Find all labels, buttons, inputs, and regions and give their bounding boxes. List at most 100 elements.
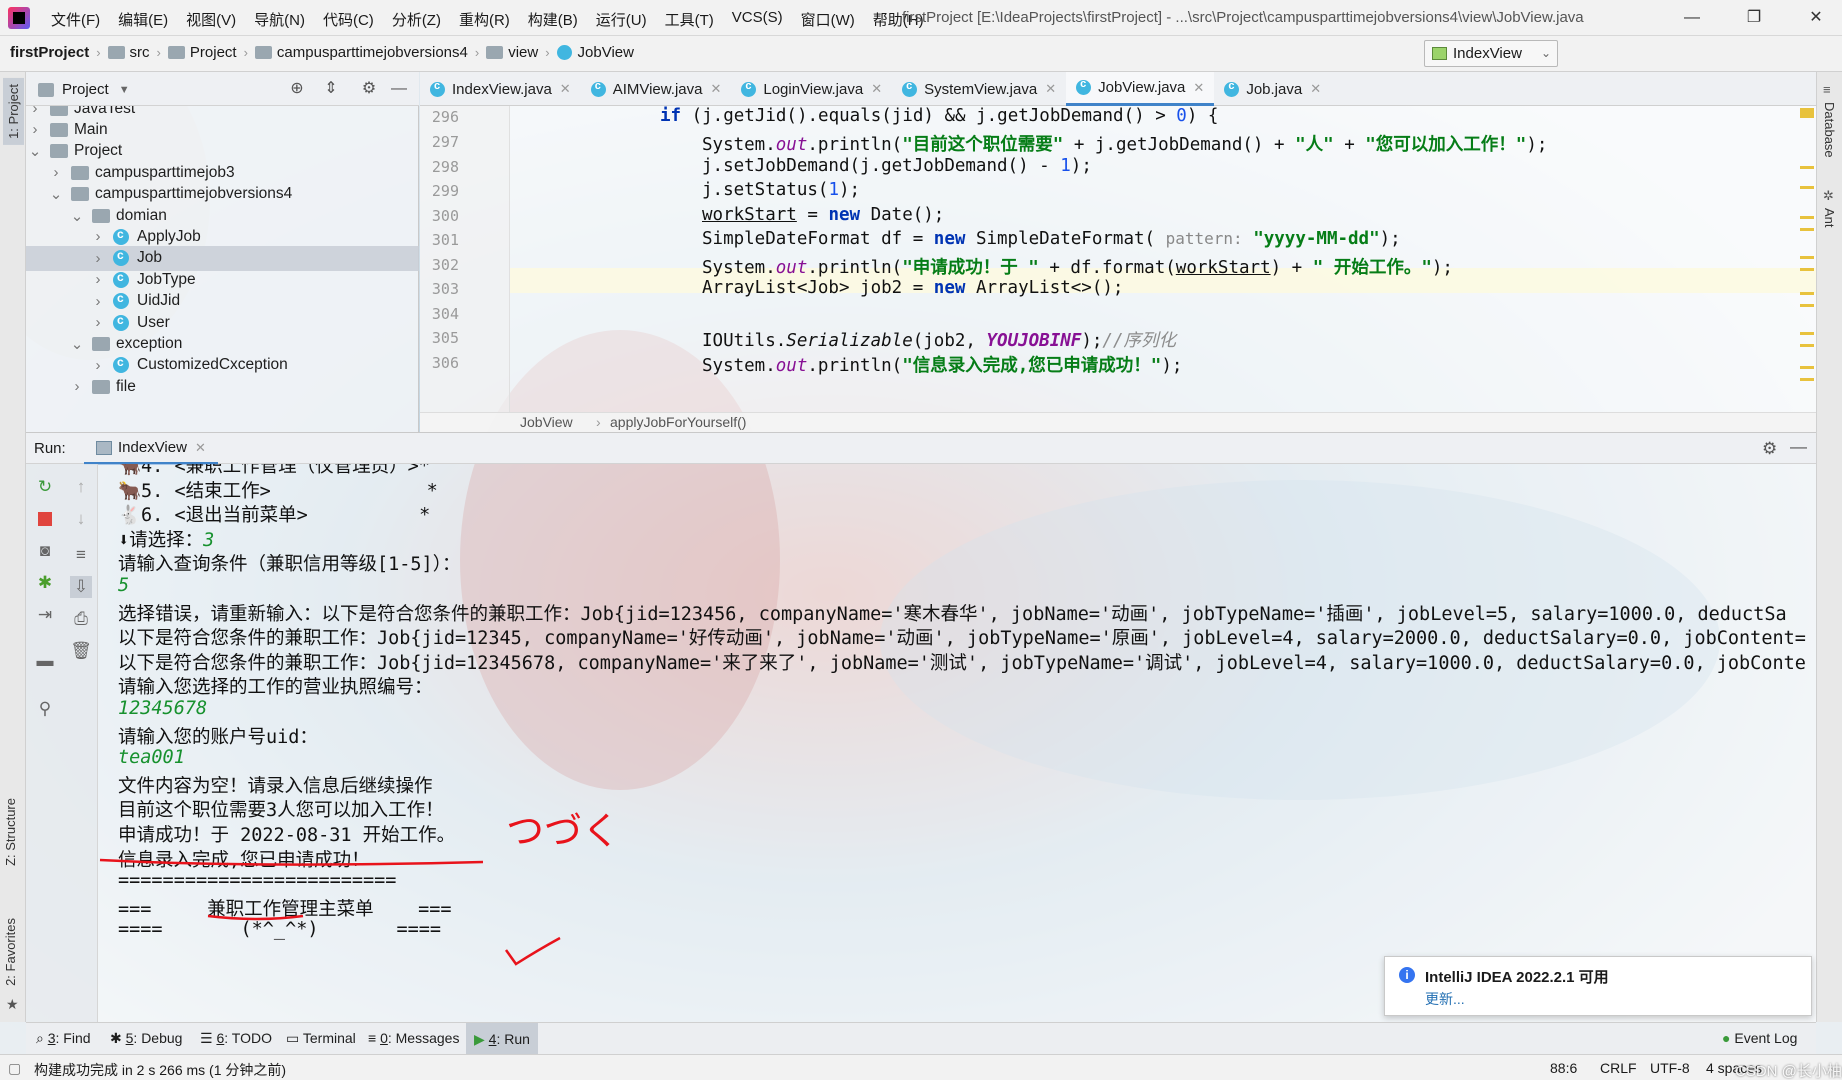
line-separator[interactable]: CRLF [1600,1060,1637,1076]
run-tab-indexview[interactable]: IndexView ✕ [84,433,218,465]
breadcrumb-separator: › [596,414,601,430]
chevron-down-icon[interactable]: ⌄ [70,207,84,225]
build-status-message[interactable]: 构建成功完成 in 2 s 266 ms (1 分钟之前) [34,1060,286,1080]
bottom-tab[interactable]: ≡ 0: Messages [368,1030,459,1046]
update-notification[interactable]: i IntelliJ IDEA 2022.2.1 可用 更新... [1384,956,1812,1016]
chevron-right-icon[interactable]: › [70,378,84,395]
breadcrumb-item[interactable]: campusparttimejobversions4 [254,44,468,61]
layout-icon[interactable]: ▬ [34,650,56,672]
bottom-tab[interactable]: ✱ 5: Debug [110,1030,182,1047]
editor-tab[interactable]: LoginView.java ✕ [731,72,892,106]
editor-tab[interactable]: AIMView.java ✕ [581,72,732,106]
editor-tab[interactable]: Job.java ✕ [1214,72,1331,106]
menu-item[interactable]: 重构(R) [450,9,519,30]
status-toggle-icon[interactable]: ▢ [8,1060,21,1077]
close-tab-icon[interactable]: ✕ [1193,80,1204,96]
menu-item[interactable]: 窗口(W) [792,9,864,30]
close-tab-icon[interactable]: ✕ [560,81,571,97]
bottom-tab[interactable]: ⌕ 3: Find [36,1030,91,1047]
menu-item[interactable]: 运行(U) [587,9,656,30]
editor-tab[interactable]: IndexView.java ✕ [420,72,581,106]
menu-item[interactable]: 分析(Z) [383,9,450,30]
arrow-up-icon[interactable]: ↑ [70,476,92,498]
project-view-selector[interactable]: Project ▼ [38,81,130,98]
bottom-tab[interactable]: ☰ 6: TODO [200,1030,272,1047]
breadcrumb-item[interactable]: Project [167,44,237,61]
chevron-right-icon[interactable]: › [91,250,105,267]
close-tab-icon[interactable]: ✕ [1045,81,1056,97]
collapse-all-icon[interactable]: ⇕ [322,80,340,98]
menu-item[interactable]: 文件(F) [42,9,109,30]
chevron-right-icon[interactable]: › [91,293,105,310]
warning-marker-icon[interactable] [1800,108,1814,118]
hide-panel-icon[interactable]: — [390,80,408,98]
close-tab-icon[interactable]: ✕ [871,81,882,97]
debug-bug-icon[interactable]: ✱ [34,572,56,594]
locate-icon[interactable]: ⊕ [288,80,306,98]
caret-position[interactable]: 88:6 [1550,1060,1577,1076]
breadcrumb-item[interactable]: JobView [556,44,634,61]
print-icon[interactable]: ⎙ [70,608,92,630]
editor-tab[interactable]: JobView.java ✕ [1066,72,1215,106]
menu-item[interactable]: 导航(N) [245,9,314,30]
menu-item[interactable]: 代码(C) [314,9,383,30]
gear-icon[interactable]: ⚙ [360,80,378,98]
editor-tab[interactable]: SystemView.java ✕ [892,72,1066,106]
update-link[interactable]: 更新... [1425,989,1465,1009]
close-tab-icon[interactable]: ✕ [710,81,721,97]
close-tab-icon[interactable]: ✕ [1310,81,1321,97]
menu-item[interactable]: 编辑(E) [109,9,177,30]
stop-icon[interactable] [34,508,56,530]
chevron-right-icon[interactable]: › [91,314,105,331]
bottom-tab[interactable]: ▶ 4: Run [466,1023,538,1055]
chevron-right-icon[interactable]: › [28,106,42,117]
chevron-right-icon[interactable]: › [49,164,63,181]
close-icon[interactable]: ✕ [1794,4,1838,32]
camera-icon[interactable]: ◙ [34,540,56,562]
event-log-tab[interactable]: ● Event Log [1722,1030,1797,1046]
menu-item[interactable]: 工具(T) [656,9,723,30]
gear-icon[interactable]: ⚙ [1762,439,1777,459]
tab-structure[interactable]: Z: Structure [3,798,18,866]
code-area[interactable]: if (j.getJid().equals(jid) && j.getJobDe… [420,106,1798,412]
close-tab-icon[interactable]: ✕ [195,440,206,456]
breadcrumb-class[interactable]: JobView [520,414,573,430]
tab-favorites[interactable]: 2: Favorites [3,918,18,986]
chevron-right-icon[interactable]: › [91,357,105,374]
soft-wrap-icon[interactable]: ≡ [70,544,92,566]
minimize-icon[interactable]: — [1670,4,1714,32]
bottom-tab[interactable]: ▭ Terminal [286,1030,356,1047]
restore-icon[interactable]: ❐ [1732,4,1776,32]
chevron-down-icon[interactable]: ⌄ [49,185,63,203]
scroll-to-end-icon[interactable]: ⇩ [70,576,92,598]
tab-ant[interactable]: Ant [1822,208,1837,228]
tree-item-label: domian [116,206,167,224]
breadcrumb-item[interactable]: src [107,44,150,61]
tab-project[interactable]: 1: Project [3,78,24,145]
breadcrumb-method[interactable]: applyJobForYourself() [610,414,746,430]
chevron-down-icon[interactable]: ⌄ [70,335,84,353]
code-line-300: workStart = new Date(); [702,205,945,225]
tree-item[interactable]: › file [26,374,419,399]
folder-icon [254,46,272,59]
chevron-right-icon[interactable]: › [91,271,105,288]
menu-item[interactable]: 视图(V) [177,9,245,30]
trash-icon[interactable]: 🗑 [70,640,92,662]
pin-icon[interactable]: ⚲ [34,698,56,720]
run-configuration-dropdown[interactable]: IndexView ⌄ [1424,40,1558,67]
file-encoding[interactable]: UTF-8 [1650,1060,1690,1076]
hide-panel-icon[interactable]: — [1790,437,1807,457]
breadcrumb-item[interactable]: firstProject [10,44,89,61]
breadcrumb-item[interactable]: view [486,44,538,61]
menu-item[interactable]: VCS(S) [723,9,792,30]
code-line-296: if (j.getJid().equals(jid) && j.getJobDe… [660,106,1219,126]
chevron-right-icon[interactable]: › [28,121,42,138]
chevron-down-icon[interactable]: ⌄ [28,142,42,160]
breadcrumb-label: firstProject [10,44,90,61]
tab-database[interactable]: Database [1822,102,1837,158]
exit-icon[interactable]: ⇥ [34,604,56,626]
arrow-down-icon[interactable]: ↓ [70,508,92,530]
menu-item[interactable]: 构建(B) [519,9,587,30]
chevron-right-icon[interactable]: › [91,228,105,245]
rerun-icon[interactable]: ↻ [34,476,56,498]
